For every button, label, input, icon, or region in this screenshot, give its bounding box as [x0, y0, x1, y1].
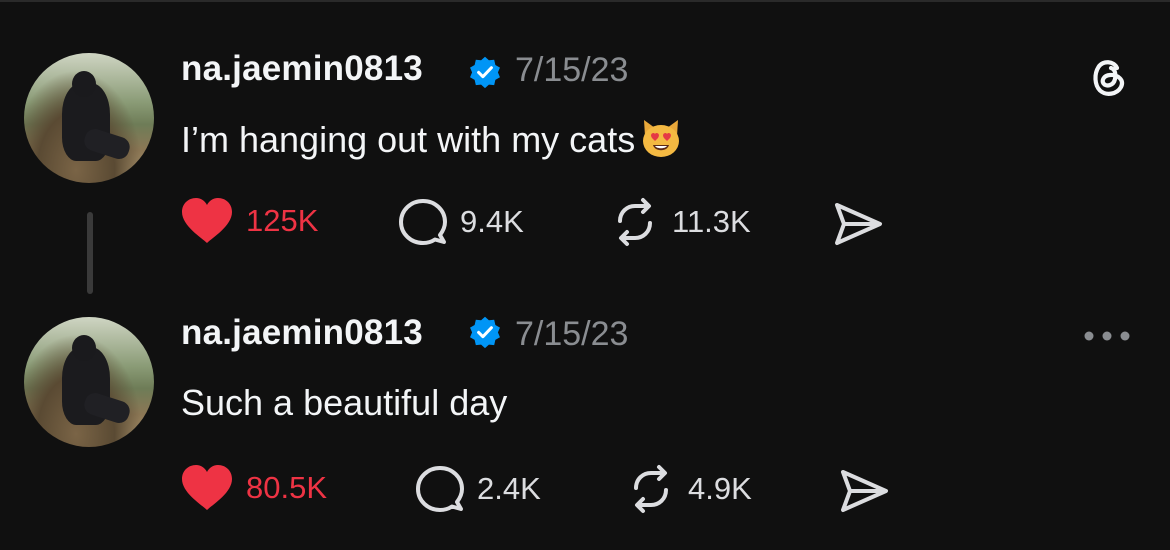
- send-icon: [835, 203, 882, 245]
- thread-connector-line: [87, 212, 93, 294]
- avatar-head: [72, 335, 96, 361]
- heart-filled-icon: [182, 465, 232, 510]
- like-count: 80.5K: [246, 470, 328, 505]
- like-button[interactable]: 80.5K: [180, 463, 327, 513]
- smiling-cat-heart-eyes-icon: [643, 120, 680, 157]
- repost-arrows-icon: [634, 465, 668, 513]
- reply-count: 9.4K: [460, 204, 524, 239]
- repost-arrows-icon: [618, 198, 652, 246]
- repost-button[interactable]: 11.3K: [610, 197, 751, 247]
- post-text: Such a beautiful day: [181, 382, 507, 424]
- reply-button[interactable]: 9.4K: [398, 197, 524, 247]
- reply-button[interactable]: 2.4K: [415, 464, 541, 514]
- avatar[interactable]: [24, 53, 154, 183]
- avatar[interactable]: [24, 317, 154, 447]
- comment-bubble-icon: [416, 466, 464, 512]
- post-text-content: Such a beautiful day: [181, 382, 508, 423]
- like-count: 125K: [246, 203, 319, 238]
- verified-badge-icon: [470, 316, 500, 349]
- avatar-head: [72, 71, 96, 97]
- username[interactable]: na.jaemin0813: [181, 313, 423, 353]
- post-text: I’m hanging out with my cats: [181, 116, 683, 161]
- verified-badge-icon: [470, 56, 500, 89]
- username[interactable]: na.jaemin0813: [181, 49, 423, 89]
- share-button[interactable]: [832, 199, 884, 249]
- like-button[interactable]: 125K: [180, 196, 318, 246]
- top-divider: [0, 0, 1170, 2]
- repost-button[interactable]: 4.9K: [626, 464, 752, 514]
- reply-count: 2.4K: [477, 471, 541, 506]
- send-icon: [841, 470, 888, 512]
- repost-count: 4.9K: [688, 471, 752, 506]
- heart-filled-icon: [182, 198, 232, 243]
- post-date: 7/15/23: [515, 51, 629, 89]
- repost-count: 11.3K: [672, 204, 751, 239]
- threads-logo-icon[interactable]: [1084, 52, 1134, 102]
- post-text-content: I’m hanging out with my cats: [181, 119, 636, 160]
- post-date: 7/15/23: [515, 315, 629, 353]
- share-button[interactable]: [838, 466, 890, 516]
- comment-bubble-icon: [399, 199, 447, 245]
- more-options-icon[interactable]: [1082, 326, 1132, 346]
